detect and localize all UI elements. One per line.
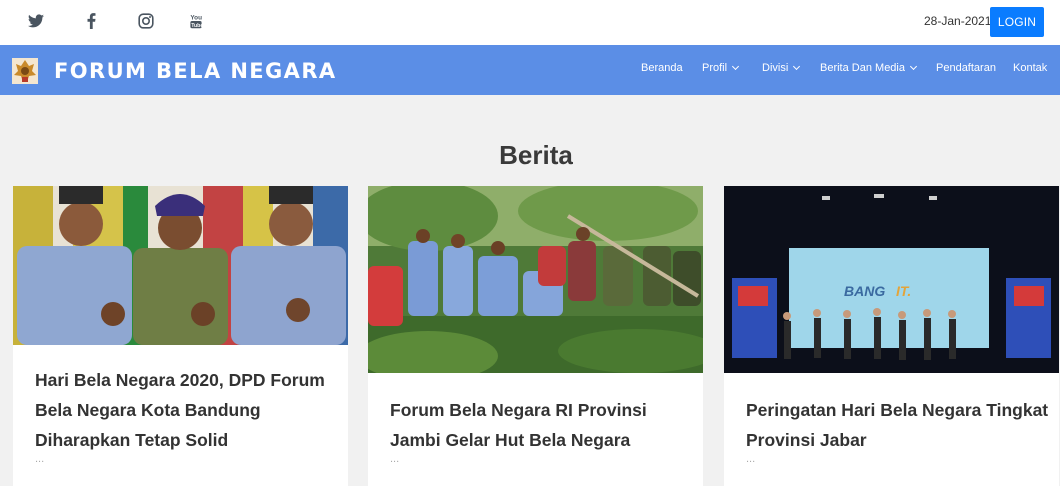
login-button[interactable]: LOGIN [990, 7, 1044, 37]
news-card-image[interactable] [368, 186, 703, 373]
news-card-excerpt: ... [35, 453, 45, 465]
news-card-excerpt: ... [390, 453, 400, 465]
current-date: 28-Jan-2021 [924, 14, 992, 28]
chevron-down-icon [793, 62, 801, 71]
news-card-title[interactable]: Forum Bela Negara RI Provinsi Jambi Gela… [390, 395, 695, 455]
facebook-icon[interactable] [84, 10, 98, 32]
nav-item-kontak[interactable]: Kontak [1013, 62, 1047, 74]
news-card-excerpt: ... [746, 453, 756, 465]
site-brand[interactable]: FORUM BELA NEGARA [54, 59, 337, 83]
nav-item-label: Pendaftaran [936, 62, 996, 74]
youtube-icon[interactable]: You Tube [188, 10, 204, 32]
nav-item-divisi[interactable]: Divisi [762, 62, 801, 74]
news-card-title[interactable]: Hari Bela Negara 2020, DPD Forum Bela Ne… [35, 365, 340, 455]
nav-item-label: Kontak [1013, 62, 1048, 74]
section-title: Berita [499, 140, 573, 170]
news-card-image[interactable]: BANG IT. [724, 186, 1059, 373]
site-logo[interactable] [12, 58, 38, 84]
svg-text:BANG: BANG [844, 283, 885, 299]
svg-text:You: You [190, 14, 202, 21]
news-card[interactable]: Forum Bela Negara RI Provinsi Jambi Gela… [368, 186, 703, 486]
instagram-icon[interactable] [136, 10, 156, 32]
chevron-down-icon [732, 62, 740, 71]
news-card-image[interactable] [13, 186, 348, 345]
twitter-icon[interactable] [27, 10, 45, 32]
nav-item-label: Beranda [641, 62, 683, 74]
svg-text:IT.: IT. [896, 283, 911, 299]
nav-item-berita-dan-media[interactable]: Berita Dan Media [820, 62, 918, 74]
nav-item-profil[interactable]: Profil [702, 62, 740, 74]
news-card[interactable]: Hari Bela Negara 2020, DPD Forum Bela Ne… [13, 186, 348, 486]
top-bar [0, 0, 1060, 45]
nav-item-label: Divisi [762, 62, 789, 74]
nav-item-beranda[interactable]: Beranda [641, 62, 683, 74]
nav-item-label: Berita Dan Media [820, 62, 905, 74]
news-card[interactable]: BANG IT. Peringatan Hari Bela Negara Tin… [724, 186, 1059, 486]
nav-item-label: Profil [702, 62, 728, 74]
nav-item-pendaftaran[interactable]: Pendaftaran [936, 62, 996, 74]
news-card-title[interactable]: Peringatan Hari Bela Negara Tingkat Prov… [746, 395, 1051, 455]
chevron-down-icon [909, 62, 918, 71]
svg-text:Tube: Tube [191, 23, 202, 29]
